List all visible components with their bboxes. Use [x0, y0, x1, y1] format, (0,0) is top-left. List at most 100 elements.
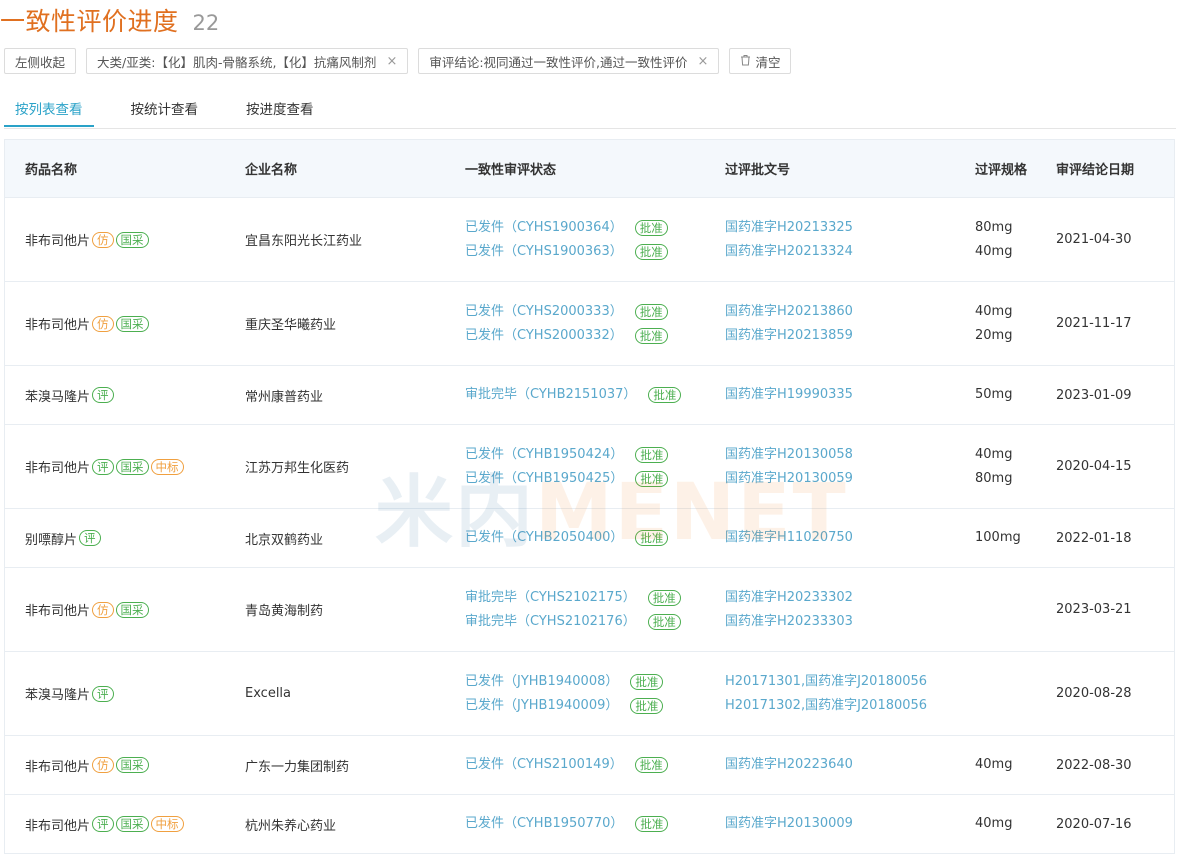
tab-0[interactable]: 按列表查看: [4, 96, 94, 127]
spec-value: 100mg: [975, 530, 1021, 545]
approval-status-badge: 批准: [647, 589, 681, 606]
trash-icon: [740, 54, 751, 69]
conclusion-date: 2020-07-16: [1056, 816, 1132, 832]
drug-tag-badge: 中标: [150, 816, 184, 832]
table-row: 非布司他片评国采 中标 杭州朱养心药业 已发件（CYHB1950770） 批准 国药准字H…: [5, 795, 1174, 853]
approval-number-link[interactable]: 国药准字H20213860: [725, 300, 955, 324]
table-header: 药品名称 企业名称 一致性审评状态 过评批文号 过评规格 审评结论日期: [5, 140, 1174, 198]
approval-number-link[interactable]: 国药准字H19990335: [725, 383, 955, 407]
drug-cell: 别嘌醇片评: [5, 529, 225, 548]
status-line: 审批完毕（CYHB2151037） 批准: [465, 383, 705, 407]
approval-number-link[interactable]: 国药准字H20233302: [725, 586, 955, 610]
status-link[interactable]: 已发件（CYHS2000332）: [465, 324, 623, 348]
drug-name[interactable]: 别嘌醇片: [25, 529, 77, 548]
approval-number-link[interactable]: 国药准字H20213859: [725, 324, 955, 348]
status-cell: 已发件（CYHB2050400） 批准: [445, 526, 705, 550]
approval-number-link[interactable]: H20171302,国药准字J20180056: [725, 694, 955, 718]
conclusion-date: 2022-01-18: [1056, 530, 1132, 546]
spec-cell: 40mg 20mg: [955, 300, 1046, 348]
drug-name[interactable]: 非布司他片: [25, 815, 90, 834]
drug-cell: 苯溴马隆片评: [5, 386, 225, 405]
status-link[interactable]: 审批完毕（CYHS2102176）: [465, 610, 636, 634]
collapse-sidebar-button[interactable]: 左侧收起: [4, 48, 77, 74]
status-link[interactable]: 已发件（CYHS1900363）: [465, 240, 623, 264]
drug-name[interactable]: 苯溴马隆片: [25, 386, 90, 405]
status-link[interactable]: 审批完毕（CYHS2102175）: [465, 586, 636, 610]
approval-status-badge: 批准: [648, 387, 682, 403]
table-row: 非布司他片仿国采 青岛黄海制药 审批完毕（CYHS2102175） 批准 审批完毕（CY…: [5, 568, 1174, 652]
status-link[interactable]: 已发件（CYHB1950770）: [465, 812, 623, 836]
company-name[interactable]: 广东一力集团制药: [225, 756, 445, 775]
table-row: 苯溴马隆片评 Excella 已发件（JYHB1940008） 批准 已发件（JYHB1…: [5, 652, 1174, 736]
view-tabs: 按列表查看 按统计查看 按进度查看: [4, 96, 1176, 129]
approval-status-badge: 批准: [630, 697, 664, 714]
status-link[interactable]: 已发件（CYHB1950424）: [465, 443, 623, 467]
approval-number-link[interactable]: 国药准字H20130009: [725, 812, 955, 836]
drug-name[interactable]: 非布司他片: [25, 600, 90, 619]
drug-name[interactable]: 非布司他片: [25, 230, 90, 249]
approval-number-cell: H20171301,国药准字J20180056 H20171302,国药准字J20…: [705, 670, 955, 718]
drug-name[interactable]: 非布司他片: [25, 314, 90, 333]
company-name[interactable]: 重庆圣华曦药业: [225, 314, 445, 333]
approval-number-link[interactable]: 国药准字H20130058: [725, 443, 955, 467]
drug-tag-badge: 仿: [92, 757, 114, 773]
approval-number-link[interactable]: 国药准字H20223640: [725, 753, 955, 777]
spec-value: 80mg: [975, 470, 1013, 486]
spec-cell: 50mg: [955, 383, 1046, 407]
approval-number-link[interactable]: 国药准字H20213325: [725, 216, 955, 240]
status-line: 已发件（CYHB1950770） 批准: [465, 812, 705, 836]
table-body: 非布司他片仿国采 宜昌东阳光长江药业 已发件（CYHS1900364） 批准 已发件（C…: [5, 198, 1174, 853]
status-link[interactable]: 已发件（CYHS2000333）: [465, 300, 623, 324]
approval-number-cell: 国药准字H11020750: [705, 526, 955, 550]
results-table: 药品名称 企业名称 一致性审评状态 过评批文号 过评规格 审评结论日期 非布司他…: [4, 139, 1175, 854]
approval-number-cell: 国药准字H20213860 国药准字H20213859: [705, 300, 955, 348]
drug-tag-badge: 评: [92, 458, 114, 475]
company-name[interactable]: 北京双鹤药业: [225, 529, 445, 548]
drug-cell: 非布司他片仿国采: [5, 230, 225, 249]
tab-2[interactable]: 按进度查看: [235, 96, 325, 127]
status-link[interactable]: 已发件（CYHS1900364）: [465, 216, 623, 240]
company-name[interactable]: 杭州朱养心药业: [225, 815, 445, 834]
clear-filters-button[interactable]: 清空: [729, 48, 792, 74]
tab-1[interactable]: 按统计查看: [120, 96, 210, 127]
drug-cell: 非布司他片仿国采: [5, 600, 225, 619]
table-row: 别嘌醇片评北京双鹤药业 已发件（CYHB2050400） 批准 国药准字H110207…: [5, 509, 1174, 568]
drug-name[interactable]: 非布司他片: [25, 457, 90, 476]
company-name[interactable]: 宜昌东阳光长江药业: [225, 230, 445, 249]
conclusion-date: 2023-03-21: [1056, 602, 1132, 617]
conclusion-filter-chip[interactable]: 审评结论:视同通过一致性评价,通过一致性评价 ×: [418, 48, 720, 74]
approval-number-cell: 国药准字H20233302 国药准字H20233303: [705, 586, 955, 634]
status-link[interactable]: 审批完毕（CYHB2151037）: [465, 383, 636, 407]
close-icon[interactable]: ×: [386, 54, 397, 69]
drug-tag-badge: 中标: [150, 458, 184, 475]
conclusion-date: 2021-04-30: [1056, 232, 1132, 247]
approval-number-link[interactable]: 国药准字H20130059: [725, 467, 955, 491]
company-name[interactable]: 青岛黄海制药: [225, 600, 445, 619]
page-header: 一致性评价进度 22: [0, 2, 219, 38]
approval-number-cell: 国药准字H19990335: [705, 383, 955, 407]
status-link[interactable]: 已发件（CYHS2100149）: [465, 753, 623, 777]
approval-number-link[interactable]: H20171301,国药准字J20180056: [725, 670, 955, 694]
status-cell: 已发件（CYHS1900364） 批准 已发件（CYHS1900363） 批准: [445, 216, 705, 264]
spec-cell: 100mg: [955, 526, 1046, 550]
company-name[interactable]: Excella: [225, 686, 445, 701]
close-icon[interactable]: ×: [698, 54, 709, 69]
conclusion-date: 2021-11-17: [1056, 316, 1132, 331]
company-name[interactable]: 常州康普药业: [225, 386, 445, 405]
status-link[interactable]: 已发件（CYHB1950425）: [465, 467, 623, 491]
status-cell: 已发件（CYHB1950424） 批准 已发件（CYHB1950425） 批准: [445, 443, 705, 491]
category-filter-chip[interactable]: 大类/亚类:【化】肌肉-骨骼系统,【化】抗痛风制剂 ×: [86, 48, 409, 74]
conclusion-date: 2020-08-28: [1056, 686, 1132, 701]
status-link[interactable]: 已发件（JYHB1940008）: [465, 670, 618, 694]
status-line: 已发件（CYHS1900363） 批准: [465, 240, 705, 264]
status-link[interactable]: 已发件（JYHB1940009）: [465, 694, 618, 718]
spec-value: 80mg: [975, 219, 1013, 235]
approval-number-link[interactable]: 国药准字H11020750: [725, 526, 955, 550]
approval-number-link[interactable]: 国药准字H20233303: [725, 610, 955, 634]
status-line: 已发件（JYHB1940008） 批准: [465, 670, 705, 694]
company-name[interactable]: 江苏万邦生化医药: [225, 457, 445, 476]
drug-name[interactable]: 苯溴马隆片: [25, 684, 90, 703]
status-link[interactable]: 已发件（CYHB2050400）: [465, 526, 623, 550]
approval-number-link[interactable]: 国药准字H20213324: [725, 240, 955, 264]
drug-name[interactable]: 非布司他片: [25, 756, 90, 775]
